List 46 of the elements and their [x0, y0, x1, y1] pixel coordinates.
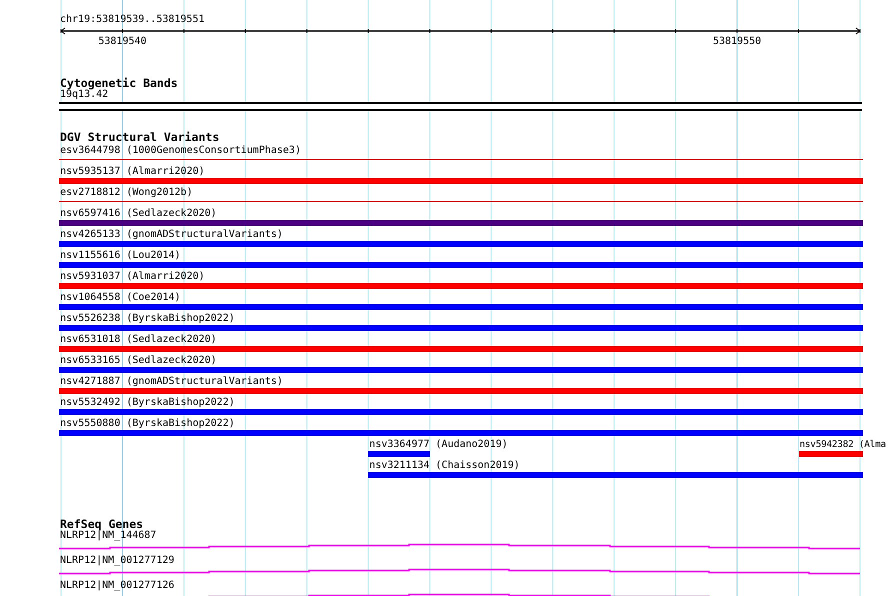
variant-bar[interactable] [368, 472, 864, 478]
variant-label: nsv3211134 (Chaisson2019) [369, 460, 520, 472]
variant-label: nsv5526238 (ByrskaBishop2022) [60, 313, 235, 325]
band-label: 19q13.42 [59, 89, 108, 101]
variant-label: nsv4271887 (gnomADStructuralVariants) [60, 376, 283, 388]
variant-label: nsv1155616 (Lou2014) [60, 250, 181, 262]
variant-bar[interactable] [368, 451, 430, 457]
variant-label: nsv6531018 (Sedlazeck2020) [60, 334, 217, 346]
variant-label: nsv5931037 (Almarri2020) [60, 271, 205, 283]
variant-bar[interactable] [59, 220, 864, 226]
variant-bar[interactable] [59, 409, 864, 415]
location-label: chr19:53819539..53819551 [59, 14, 204, 26]
variant-label: nsv3364977 (Audano2019) [369, 439, 508, 451]
tick-label: 53819550 [712, 36, 762, 48]
variant-bar[interactable] [59, 304, 864, 310]
track-title: Cytogenetic Bands [59, 77, 178, 89]
track-title: RefSeq Genes [59, 518, 144, 530]
gene-label: NLRP12|NM_144687 [59, 530, 156, 542]
transcript-line[interactable] [59, 544, 860, 550]
variant-label: esv3644798 (1000GenomesConsortiumPhase3) [60, 145, 301, 157]
variant-bar[interactable] [59, 262, 864, 268]
variant-bar[interactable] [59, 241, 864, 247]
variant-label: esv2718812 (Wong2012b) [60, 187, 193, 199]
variant-bar[interactable] [59, 346, 864, 352]
variant-label: nsv6597416 (Sedlazeck2020) [60, 208, 217, 220]
gene-label: NLRP12|NM_001277126 [59, 580, 174, 592]
variant-label: nsv5942382 (Alma [800, 439, 886, 451]
variant-bar[interactable] [798, 451, 864, 457]
variant-label: nsv5550880 (ByrskaBishop2022) [60, 418, 235, 430]
variant-label: nsv5935137 (Almarri2020) [60, 166, 205, 178]
track-title: DGV Structural Variants [59, 131, 220, 143]
tick-label: 53819540 [98, 36, 147, 48]
variant-bar[interactable] [59, 178, 864, 184]
variant-bar[interactable] [59, 283, 864, 289]
variant-line[interactable] [59, 201, 864, 202]
transcript-line[interactable] [59, 568, 860, 574]
variant-bar[interactable] [59, 367, 864, 373]
variant-label: nsv1064558 (Coe2014) [60, 292, 181, 304]
variant-label: nsv6533165 (Sedlazeck2020) [60, 355, 217, 367]
variant-bar[interactable] [59, 388, 864, 394]
variant-label: nsv4265133 (gnomADStructuralVariants) [60, 229, 283, 241]
variant-bar[interactable] [59, 325, 864, 331]
variant-line[interactable] [59, 159, 864, 160]
variant-bar[interactable] [59, 430, 864, 436]
gene-label: NLRP12|NM_001277129 [59, 555, 174, 567]
variant-label: nsv5532492 (ByrskaBishop2022) [60, 397, 235, 409]
